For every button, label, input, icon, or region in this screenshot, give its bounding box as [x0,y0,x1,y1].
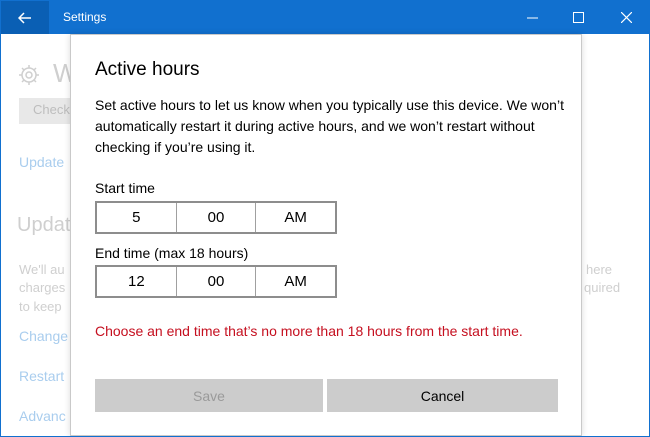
update-history-link[interactable]: Update [19,154,64,170]
maximize-icon [572,12,584,23]
close-button[interactable] [603,1,649,34]
start-time-label: Start time [95,180,155,196]
save-button[interactable]: Save [95,379,323,412]
advanced-options-link[interactable]: Advanc [19,408,66,424]
cancel-button[interactable]: Cancel [327,379,558,412]
end-minute[interactable]: 00 [177,267,257,296]
dialog-title: Active hours [95,59,200,80]
start-minute[interactable]: 00 [177,203,257,232]
title-bar: Settings [1,1,649,34]
end-period[interactable]: AM [256,267,335,296]
para-line-1: We'll au [19,262,65,277]
dialog-description: Set active hours to let us know when you… [95,97,564,155]
close-icon [620,12,632,23]
start-hour[interactable]: 5 [97,203,177,232]
start-time-picker[interactable]: 5 00 AM [95,201,337,234]
para-line-2: charges [19,280,66,295]
window-title: Settings [63,10,107,24]
error-message: Choose an end time that’s no more than 1… [95,323,523,339]
maximize-button[interactable] [555,1,601,34]
end-hour[interactable]: 12 [97,267,177,296]
gear-icon [19,65,39,85]
start-period[interactable]: AM [256,203,335,232]
right-text-line-1: here [586,262,613,277]
minimize-icon [526,17,538,19]
minimize-button[interactable] [509,1,555,34]
back-button[interactable] [1,1,49,34]
settings-window: Settings W Check Update Updat We'll au c… [0,0,650,437]
end-time-label: End time (max 18 hours) [95,245,249,261]
right-text-line-2: quired [584,280,621,295]
end-time-picker[interactable]: 12 00 AM [95,265,337,298]
change-active-hours-link[interactable]: Change [19,328,68,344]
update-settings-heading: Updat [17,214,71,236]
para-line-3: to keep [19,299,62,314]
back-arrow-icon [18,11,31,24]
restart-options-link[interactable]: Restart [19,368,64,384]
active-hours-dialog: Active hours Set active hours to let us … [70,34,582,436]
